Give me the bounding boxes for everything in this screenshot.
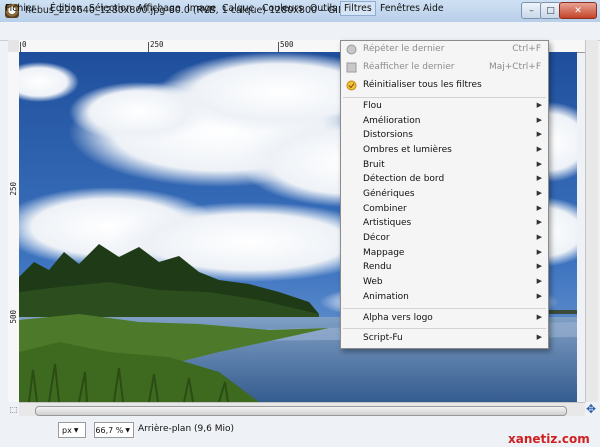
menu-item-repeat-last[interactable]: Répéter le dernier Ctrl+F [341, 43, 548, 57]
menu-item-label: Répéter le dernier [363, 44, 445, 54]
horizontal-scroll-thumb[interactable] [35, 406, 567, 416]
menu-item-label: Amélioration [363, 116, 421, 126]
ruler-label: 250 [150, 40, 164, 49]
watermark-text: xanetiz.com [508, 432, 590, 446]
ruler-label: 500 [9, 310, 18, 324]
submenu-arrow-icon: ▶ [536, 262, 542, 270]
menu-item-label: Réinitialiser tous les filtres [363, 80, 482, 90]
submenu-rendu[interactable]: Rendu ▶ [341, 261, 548, 275]
horizontal-scrollbar[interactable] [19, 402, 585, 417]
menu-item-label: Animation [363, 292, 409, 302]
maximize-button[interactable]: □ [540, 2, 561, 19]
filters-menu: Répéter le dernier Ctrl+F Réafficher le … [340, 40, 549, 349]
zoom-dropdown[interactable]: 66,7 % ▼ [94, 422, 134, 438]
menu-item-label: Mappage [363, 248, 405, 258]
submenu-combiner[interactable]: Combiner ▶ [341, 203, 548, 217]
submenu-animation[interactable]: Animation ▶ [341, 291, 548, 305]
menu-fenetres[interactable]: Fenêtres [380, 3, 420, 14]
menu-item-shortcut: Ctrl+F [512, 44, 541, 54]
menu-item-label: Réafficher le dernier [363, 62, 455, 72]
submenu-flou[interactable]: Flou ▶ [341, 100, 548, 114]
submenu-alpha-vers-logo[interactable]: Alpha vers logo ▶ [341, 312, 548, 326]
unit-dropdown[interactable]: px ▼ [58, 422, 86, 438]
menu-item-label: Script-Fu [363, 333, 403, 343]
repeat-icon [346, 44, 357, 55]
submenu-arrow-icon: ▶ [536, 145, 542, 153]
submenu-arrow-icon: ▶ [536, 160, 542, 168]
submenu-arrow-icon: ▶ [536, 218, 542, 226]
submenu-bruit[interactable]: Bruit ▶ [341, 159, 548, 173]
submenu-arrow-icon: ▶ [536, 277, 542, 285]
submenu-web[interactable]: Web ▶ [341, 276, 548, 290]
menu-bar [0, 22, 600, 41]
menu-item-label: Détection de bord [363, 174, 445, 184]
submenu-artistiques[interactable]: Artistiques ▶ [341, 217, 548, 231]
submenu-arrow-icon: ▶ [536, 233, 542, 241]
ruler-tick [148, 42, 149, 52]
layer-info-text: Arrière-plan (9,6 Mio) [138, 424, 234, 434]
submenu-decor[interactable]: Décor ▶ [341, 232, 548, 246]
menu-item-label: Flou [363, 101, 382, 111]
navigate-icon[interactable]: ✥ [584, 402, 598, 416]
menu-edition[interactable]: Édition [50, 3, 82, 14]
menu-separator [343, 328, 546, 329]
unit-value: px [62, 425, 72, 435]
submenu-arrow-icon: ▶ [536, 116, 542, 124]
submenu-arrow-icon: ▶ [536, 292, 542, 300]
menu-item-label: Combiner [363, 204, 407, 214]
menu-item-label: Alpha vers logo [363, 313, 433, 323]
close-button[interactable]: ✕ [559, 2, 597, 19]
chevron-down-icon: ▼ [73, 426, 79, 434]
ruler-label: 500 [280, 40, 294, 49]
chevron-down-icon: ▼ [125, 426, 130, 434]
reshow-icon [346, 62, 357, 73]
menu-couleurs[interactable]: Couleurs [262, 3, 303, 14]
minimize-button[interactable]: – [521, 2, 542, 19]
menu-item-label: Ombres et lumières [363, 145, 452, 155]
submenu-arrow-icon: ▶ [536, 189, 542, 197]
submenu-detection-bord[interactable]: Détection de bord ▶ [341, 173, 548, 187]
submenu-arrow-icon: ▶ [536, 333, 542, 341]
menu-image[interactable]: Image [187, 3, 216, 14]
menu-filtres[interactable]: Filtres [340, 1, 376, 16]
menu-item-reset-all-filters[interactable]: Réinitialiser tous les filtres [341, 79, 548, 93]
submenu-arrow-icon: ▶ [536, 174, 542, 182]
menu-separator [343, 97, 546, 98]
submenu-generiques[interactable]: Génériques ▶ [341, 188, 548, 202]
menu-item-label: Distorsions [363, 130, 413, 140]
menu-fichier[interactable]: Fichier [5, 3, 35, 14]
ruler-label: 250 [9, 182, 18, 196]
submenu-arrow-icon: ▶ [536, 248, 542, 256]
menu-aide[interactable]: Aide [423, 3, 444, 14]
menu-item-label: Web [363, 277, 383, 287]
menu-item-shortcut: Maj+Ctrl+F [488, 62, 541, 72]
menu-item-label: Décor [363, 233, 390, 243]
submenu-arrow-icon: ▶ [536, 130, 542, 138]
menu-calque[interactable]: Calque [222, 3, 254, 14]
menu-item-label: Rendu [363, 262, 392, 272]
submenu-arrow-icon: ▶ [536, 204, 542, 212]
menu-item-label: Bruit [363, 160, 385, 170]
submenu-amelioration[interactable]: Amélioration ▶ [341, 115, 548, 129]
ruler-tick [278, 42, 279, 52]
vertical-scrollbar[interactable] [585, 40, 598, 402]
submenu-arrow-icon: ▶ [536, 313, 542, 321]
submenu-script-fu[interactable]: Script-Fu ▶ [341, 332, 548, 346]
menu-item-label: Artistiques [363, 218, 412, 228]
submenu-ombres-lumieres[interactable]: Ombres et lumières ▶ [341, 144, 548, 158]
menu-selection[interactable]: Sélection [89, 3, 132, 14]
ruler-tick [20, 42, 21, 52]
submenu-distorsions[interactable]: Distorsions ▶ [341, 129, 548, 143]
menu-item-reshow-last[interactable]: Réafficher le dernier Maj+Ctrl+F [341, 61, 548, 75]
ruler-label: 0 [22, 40, 27, 49]
reset-icon [346, 80, 357, 91]
menu-outils[interactable]: Outils [310, 3, 337, 14]
quick-mask-icon[interactable]: ⬚ [8, 402, 19, 416]
menu-separator [343, 308, 546, 309]
submenu-mappage[interactable]: Mappage ▶ [341, 247, 548, 261]
menu-affichage[interactable]: Affichage [137, 3, 181, 14]
menu-item-label: Génériques [363, 189, 415, 199]
zoom-value: 66,7 % [95, 425, 124, 435]
submenu-arrow-icon: ▶ [536, 101, 542, 109]
